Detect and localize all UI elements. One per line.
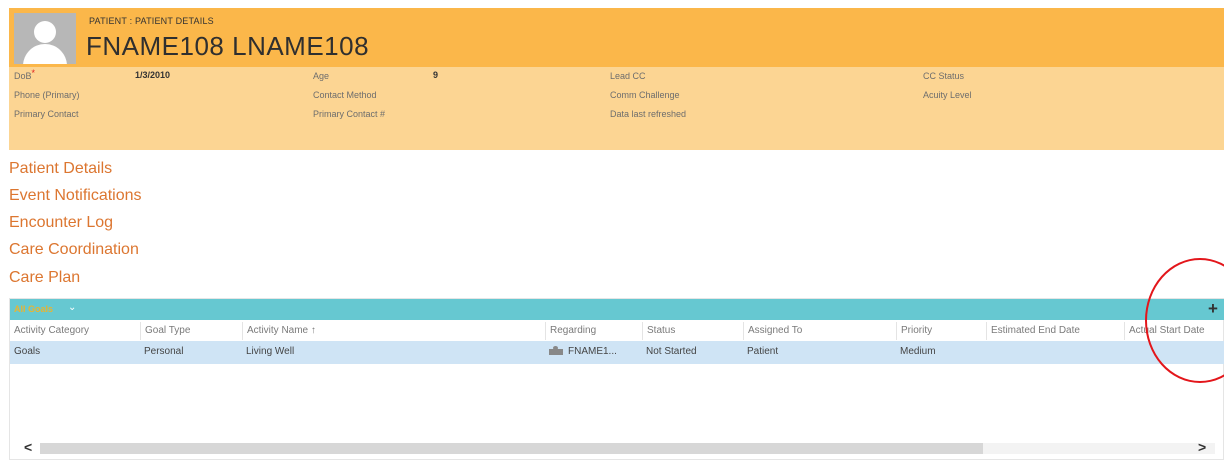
column-header-assigned-to[interactable]: Assigned To [743, 322, 893, 340]
column-header-activity-category[interactable]: Activity Category [10, 322, 130, 340]
column-header-goal-type[interactable]: Goal Type [140, 322, 240, 340]
user-silhouette-icon [14, 13, 76, 64]
cc-status-label: CC Status [923, 71, 965, 81]
dob-value[interactable]: 1/3/2010 [135, 70, 170, 80]
data-last-refreshed-label: Data last refreshed [610, 109, 687, 119]
column-header-activity-name[interactable]: Activity Name ↑ [242, 322, 542, 340]
cell-assigned-to: Patient [747, 346, 779, 357]
age-value[interactable]: 9 [433, 70, 438, 80]
nav-encounter-log[interactable]: Encounter Log [9, 214, 113, 232]
cell-priority: Medium [900, 346, 936, 357]
column-header-regarding[interactable]: Regarding [545, 322, 640, 340]
view-selector[interactable]: All Goals [14, 304, 53, 314]
table-row[interactable] [10, 341, 1224, 364]
comm-challenge-label: Comm Challenge [610, 90, 680, 100]
cell-activity-name[interactable]: Living Well [246, 346, 294, 357]
cell-activity-category: Goals [14, 346, 41, 357]
nav-event-notifications[interactable]: Event Notifications [9, 187, 142, 205]
nav-care-coordination[interactable]: Care Coordination [9, 241, 139, 259]
horizontal-scrollbar[interactable]: < > [10, 439, 1224, 455]
column-header-status[interactable]: Status [642, 322, 740, 340]
entity-label: PATIENT : PATIENT DETAILS [89, 16, 214, 26]
phone-primary-label: Phone (Primary) [14, 90, 80, 100]
patient-header: PATIENT : PATIENT DETAILS FNAME108 LNAME… [9, 8, 1224, 150]
patient-record-icon [549, 346, 563, 355]
chevron-down-icon[interactable]: ⌄ [68, 302, 76, 313]
scrollbar-thumb[interactable] [40, 443, 983, 454]
nav-patient-details[interactable]: Patient Details [9, 160, 112, 178]
dob-label: DoB* [14, 68, 36, 81]
patient-name: FNAME108 LNAME108 [86, 31, 370, 61]
scroll-right-icon[interactable]: > [1198, 439, 1206, 455]
primary-contact-number-label: Primary Contact # [313, 109, 386, 119]
acuity-level-label: Acuity Level [923, 90, 972, 100]
goals-grid: All Goals ⌄ + Activity Category Goal Typ… [9, 298, 1224, 460]
column-header-priority[interactable]: Priority [896, 322, 984, 340]
scroll-left-icon[interactable]: < [24, 439, 32, 455]
contact-method-label: Contact Method [313, 90, 377, 100]
required-mark: * [31, 68, 36, 78]
cell-goal-type: Personal [144, 346, 184, 357]
lead-cc-label: Lead CC [610, 71, 646, 81]
nav-care-plan[interactable]: Care Plan [9, 269, 80, 287]
header-title-band: PATIENT : PATIENT DETAILS FNAME108 LNAME… [9, 8, 1224, 67]
grid-toolbar: All Goals ⌄ + [10, 299, 1224, 320]
age-label: Age [313, 71, 330, 81]
cell-status: Not Started [646, 346, 697, 357]
primary-contact-label: Primary Contact [14, 109, 79, 119]
cell-regarding[interactable]: FNAME1... [549, 346, 617, 357]
column-header-estimated-end-date[interactable]: Estimated End Date [986, 322, 1122, 340]
